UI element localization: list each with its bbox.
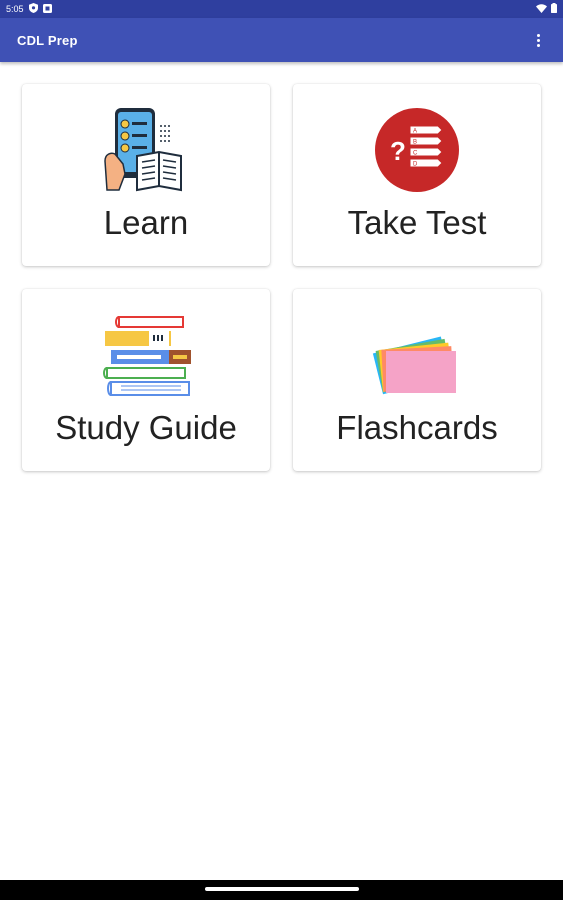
shield-icon: [28, 3, 38, 15]
svg-text:B: B: [413, 140, 417, 146]
take-test-label: Take Test: [347, 204, 487, 241]
quiz-question-icon: ? ABCD: [375, 108, 459, 192]
menu-grid: Learn ? ABCD Take Test Study Guide Flash…: [22, 84, 542, 471]
phone-checklist-book-icon: [104, 108, 182, 192]
app-bar: CDL Prep: [0, 18, 563, 62]
home-gesture-handle[interactable]: [205, 887, 359, 891]
wifi-icon: [536, 3, 547, 15]
svg-text:?: ?: [390, 136, 406, 166]
more-vert-icon[interactable]: [530, 28, 546, 52]
learn-card[interactable]: Learn: [22, 84, 270, 266]
study-guide-label: Study Guide: [55, 409, 237, 446]
learn-label: Learn: [103, 204, 189, 241]
app-title: CDL Prep: [17, 32, 78, 48]
status-bar: 5:05: [0, 0, 563, 18]
notification-icon: [42, 3, 52, 15]
svg-text:C: C: [413, 151, 418, 157]
flashcards-card[interactable]: Flashcards: [293, 289, 541, 471]
flashcards-label: Flashcards: [336, 409, 498, 446]
navigation-bar: [0, 880, 563, 900]
study-guide-card[interactable]: Study Guide: [22, 289, 270, 471]
svg-text:A: A: [413, 129, 417, 135]
take-test-card[interactable]: ? ABCD Take Test: [293, 84, 541, 266]
flashcards-icon: [372, 336, 456, 395]
book-stack-icon: [103, 316, 191, 396]
battery-icon: [551, 3, 557, 15]
svg-text:D: D: [413, 162, 418, 168]
status-time: 5:05: [6, 4, 24, 14]
